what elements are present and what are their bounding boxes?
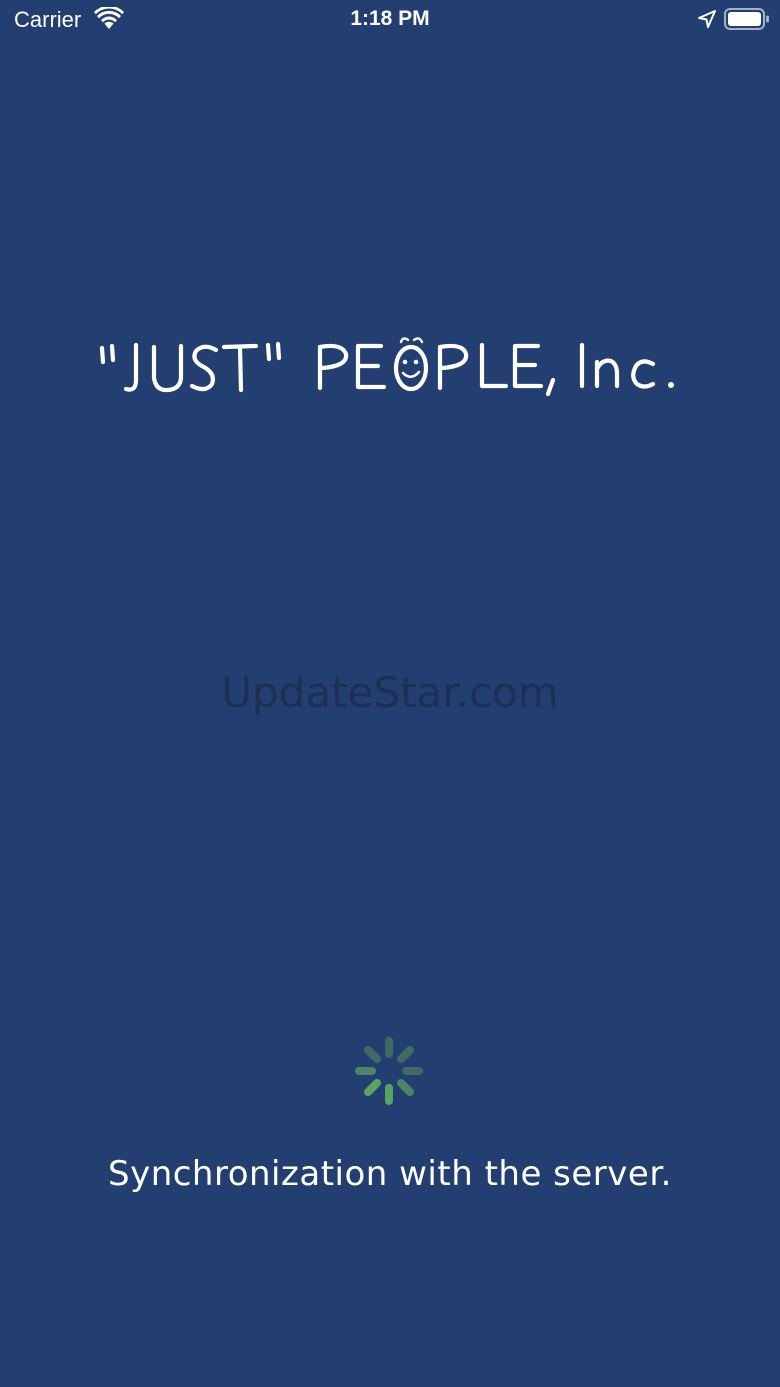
company-logo xyxy=(99,337,674,397)
sync-status-message: Synchronization with the server. xyxy=(107,1154,672,1194)
watermark-text: UpdateStar.com xyxy=(221,668,559,717)
loading-spinner-icon xyxy=(355,1037,423,1105)
status-bar: Carrier 1:18 PM xyxy=(0,0,780,40)
splash-screen: Carrier 1:18 PM UpdateStar.com Synchroni… xyxy=(0,0,780,1387)
location-arrow-icon xyxy=(698,10,716,28)
status-time: 1:18 PM xyxy=(350,7,430,30)
battery-full-icon xyxy=(724,8,769,30)
